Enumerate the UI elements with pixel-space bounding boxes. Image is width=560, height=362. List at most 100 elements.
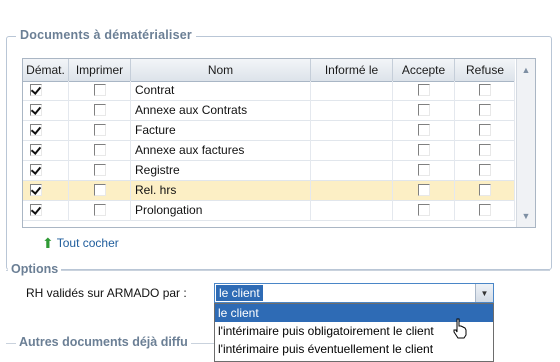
accepte-checkbox[interactable] xyxy=(418,104,430,116)
check-all-arrow-icon: ⬆ xyxy=(42,235,54,251)
document-name-cell: Prolongation xyxy=(131,201,311,221)
refuse-cell xyxy=(455,101,515,121)
refuse-cell xyxy=(455,161,515,181)
settings-panel: Documents à dématérialiser Démat. Imprim… xyxy=(0,0,560,362)
imprimer-cell xyxy=(69,141,131,161)
imprimer-checkbox[interactable] xyxy=(94,184,106,196)
col-demat-header[interactable]: Démat. xyxy=(23,59,69,81)
demat-checkbox[interactable] xyxy=(30,84,42,96)
col-accepte-header[interactable]: Accepte xyxy=(393,59,455,81)
document-name-cell: Registre xyxy=(131,161,311,181)
informe-le-cell xyxy=(311,201,393,221)
refuse-checkbox[interactable] xyxy=(479,164,491,176)
vertical-scrollbar[interactable]: ▲ ▼ xyxy=(516,59,535,227)
options-divider xyxy=(6,270,550,271)
informe-le-cell xyxy=(311,141,393,161)
informe-le-cell xyxy=(311,101,393,121)
chevron-down-icon[interactable]: ▼ xyxy=(475,284,493,302)
informe-le-cell xyxy=(311,121,393,141)
imprimer-checkbox[interactable] xyxy=(94,124,106,136)
document-name-cell: Rel. hrs xyxy=(131,181,311,201)
refuse-cell xyxy=(455,141,515,161)
accepte-checkbox[interactable] xyxy=(418,124,430,136)
tout-cocher-label: Tout cocher xyxy=(56,236,119,250)
refuse-checkbox[interactable] xyxy=(479,84,491,96)
rh-validation-combo[interactable]: le client ▼ xyxy=(214,283,494,303)
table-row[interactable]: Contrat xyxy=(23,81,515,101)
refuse-cell xyxy=(455,201,515,221)
demat-cell xyxy=(23,81,69,101)
accepte-cell xyxy=(393,161,455,181)
informe-le-cell xyxy=(311,181,393,201)
col-nom-header[interactable]: Nom xyxy=(131,59,311,81)
table-row[interactable]: Annexe aux factures xyxy=(23,141,515,161)
accepte-cell xyxy=(393,181,455,201)
refuse-cell xyxy=(455,121,515,141)
table-row[interactable]: Registre xyxy=(23,161,515,181)
accepte-checkbox[interactable] xyxy=(418,144,430,156)
accepte-cell xyxy=(393,81,455,101)
accepte-cell xyxy=(393,121,455,141)
col-refuse-header[interactable]: Refuse xyxy=(455,59,515,81)
imprimer-checkbox[interactable] xyxy=(94,144,106,156)
col-informe-header[interactable]: Informé le xyxy=(311,59,393,81)
refuse-checkbox[interactable] xyxy=(479,204,491,216)
imprimer-checkbox[interactable] xyxy=(94,164,106,176)
imprimer-cell xyxy=(69,181,131,201)
demat-cell xyxy=(23,201,69,221)
hand-cursor-icon xyxy=(453,318,467,339)
dropdown-option[interactable]: l'intérimaire puis éventuellement le cli… xyxy=(215,340,493,358)
imprimer-checkbox[interactable] xyxy=(94,84,106,96)
demat-cell xyxy=(23,121,69,141)
table-row[interactable]: Facture xyxy=(23,121,515,141)
documents-grid[interactable]: Démat. Imprimer Nom Informé le Accepte R… xyxy=(22,58,536,228)
grid-header: Démat. Imprimer Nom Informé le Accepte R… xyxy=(23,59,515,82)
accepte-cell xyxy=(393,141,455,161)
documents-group-title: Documents à dématérialiser xyxy=(16,28,196,42)
demat-checkbox[interactable] xyxy=(30,124,42,136)
imprimer-cell xyxy=(69,161,131,181)
accepte-checkbox[interactable] xyxy=(418,204,430,216)
tout-cocher-link[interactable]: ⬆ Tout cocher xyxy=(42,236,119,250)
scroll-up-icon[interactable]: ▲ xyxy=(518,61,534,79)
table-row[interactable]: Annexe aux Contrats xyxy=(23,101,515,121)
demat-checkbox[interactable] xyxy=(30,204,42,216)
rh-validation-label: RH validés sur ARMADO par : xyxy=(26,286,187,300)
refuse-checkbox[interactable] xyxy=(479,124,491,136)
demat-cell xyxy=(23,161,69,181)
imprimer-checkbox[interactable] xyxy=(94,104,106,116)
imprimer-cell xyxy=(69,201,131,221)
table-row[interactable]: Rel. hrs xyxy=(23,181,515,201)
accepte-checkbox[interactable] xyxy=(418,184,430,196)
demat-checkbox[interactable] xyxy=(30,104,42,116)
autres-documents-title: Autres documents déjà diffu xyxy=(16,335,191,349)
accepte-cell xyxy=(393,101,455,121)
demat-checkbox[interactable] xyxy=(30,184,42,196)
imprimer-cell xyxy=(69,121,131,141)
options-title: Options xyxy=(8,262,62,276)
demat-checkbox[interactable] xyxy=(30,144,42,156)
document-name-cell: Contrat xyxy=(131,81,311,101)
imprimer-cell xyxy=(69,101,131,121)
combo-selected-value: le client xyxy=(216,285,263,301)
refuse-checkbox[interactable] xyxy=(479,104,491,116)
demat-cell xyxy=(23,181,69,201)
refuse-checkbox[interactable] xyxy=(479,144,491,156)
document-name-cell: Annexe aux factures xyxy=(131,141,311,161)
table-row[interactable]: Prolongation xyxy=(23,201,515,221)
col-imprimer-header[interactable]: Imprimer xyxy=(69,59,131,81)
document-name-cell: Annexe aux Contrats xyxy=(131,101,311,121)
accepte-checkbox[interactable] xyxy=(418,84,430,96)
refuse-cell xyxy=(455,81,515,101)
accepte-cell xyxy=(393,201,455,221)
refuse-cell xyxy=(455,181,515,201)
imprimer-checkbox[interactable] xyxy=(94,204,106,216)
demat-cell xyxy=(23,141,69,161)
imprimer-cell xyxy=(69,81,131,101)
scroll-down-icon[interactable]: ▼ xyxy=(518,207,534,225)
accepte-checkbox[interactable] xyxy=(418,164,430,176)
demat-cell xyxy=(23,101,69,121)
demat-checkbox[interactable] xyxy=(30,164,42,176)
refuse-checkbox[interactable] xyxy=(479,184,491,196)
informe-le-cell xyxy=(311,161,393,181)
